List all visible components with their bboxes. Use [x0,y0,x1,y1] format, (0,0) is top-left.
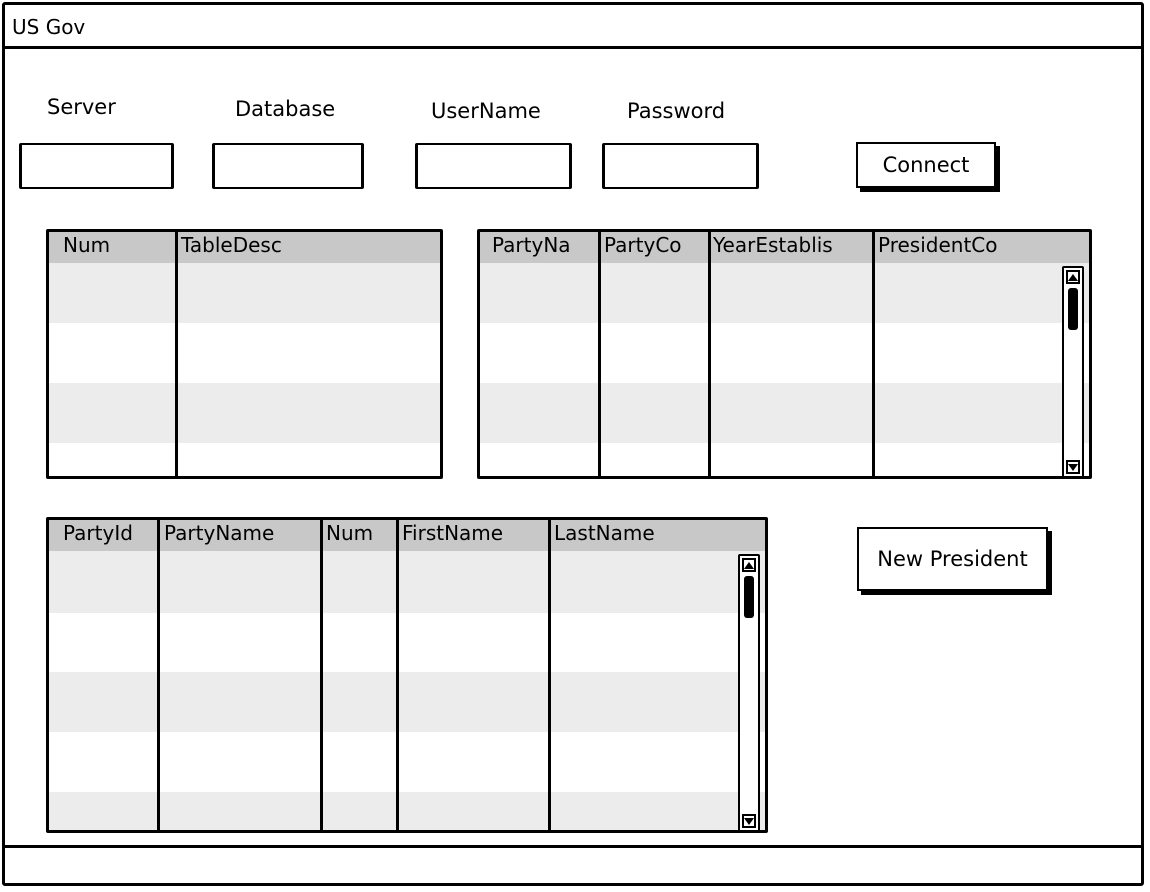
column-divider [872,232,875,476]
column-divider [548,520,551,830]
parties-grid[interactable]: PartyNa PartyCo YearEstablis PresidentCo [477,229,1092,479]
username-input[interactable] [418,145,569,187]
database-field [212,143,364,189]
tables-grid[interactable]: Num TableDesc [46,229,443,479]
new-president-button[interactable]: New President [857,527,1048,591]
scroll-up-icon[interactable] [742,558,756,572]
server-input[interactable] [22,145,171,187]
column-divider [396,520,399,830]
table-row[interactable] [480,263,1089,323]
vertical-scrollbar[interactable] [738,554,760,830]
column-header-num[interactable]: Num [326,521,373,545]
column-divider [157,520,160,830]
password-label: Password [627,99,726,123]
column-divider [708,232,711,476]
table-row[interactable] [480,383,1089,443]
scroll-down-icon[interactable] [742,814,756,828]
window-title: US Gov [12,15,86,39]
column-divider [320,520,323,830]
title-bar: US Gov [2,2,1144,49]
scroll-thumb[interactable] [744,576,754,618]
username-label: UserName [431,99,541,123]
server-label: Server [47,95,116,119]
password-input[interactable] [605,145,756,187]
vertical-scrollbar[interactable] [1062,266,1084,476]
scroll-up-icon[interactable] [1066,270,1080,284]
server-field [19,143,174,189]
password-field [602,143,759,189]
column-divider [598,232,601,476]
presidents-grid[interactable]: PartyId PartyName Num FirstName LastName [46,517,768,833]
column-header-presidentcount[interactable]: PresidentCo [878,233,1028,257]
status-bar [2,845,1144,886]
database-label: Database [235,97,336,121]
scroll-down-icon[interactable] [1066,460,1080,474]
username-field [415,143,572,189]
column-header-partycolor[interactable]: PartyCo [604,233,706,257]
database-input[interactable] [215,145,361,187]
column-header-tabledesc[interactable]: TableDesc [181,233,282,257]
table-row[interactable] [49,383,440,443]
column-header-yearestablished[interactable]: YearEstablis [713,233,870,257]
column-header-firstname[interactable]: FirstName [402,521,503,545]
column-header-partyname[interactable]: PartyNa [492,233,596,257]
scroll-thumb[interactable] [1068,288,1078,330]
connect-button[interactable]: Connect [856,142,996,188]
column-header-partyid[interactable]: PartyId [63,521,133,545]
column-header-num[interactable]: Num [63,233,110,257]
column-header-partyname[interactable]: PartyName [164,521,274,545]
column-header-lastname[interactable]: LastName [554,521,655,545]
column-divider [175,232,178,476]
table-row[interactable] [49,263,440,323]
